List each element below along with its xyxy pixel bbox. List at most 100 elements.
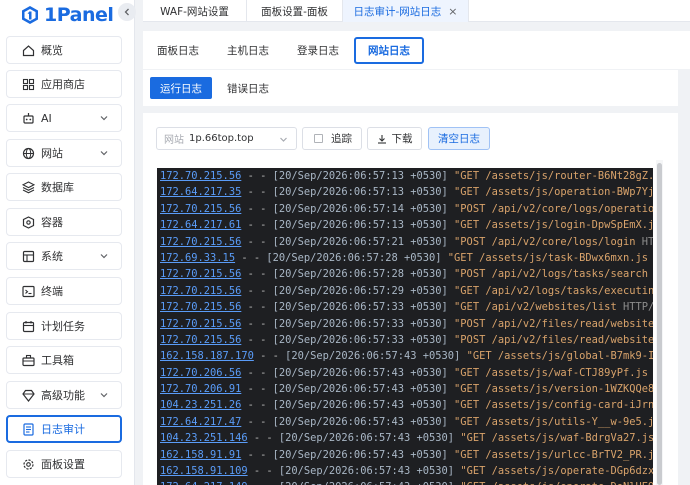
log-ip-link[interactable]: 172.70.215.56 <box>160 285 241 297</box>
sidebar-item-10[interactable]: 高级功能 <box>6 381 122 409</box>
sidebar: 1Panel 概览应用商店 AI 网站数据库容器系统终端计划任务工具箱高级功能日志审… <box>0 0 136 485</box>
log-ip-link[interactable]: 172.69.33.15 <box>160 252 235 264</box>
log-ip-link[interactable]: 162.158.187.170 <box>160 350 254 362</box>
log-timestamp: [20/Sep/2026:06:57:13 +0530] <box>272 186 448 199</box>
sidebar-item-6[interactable]: 系统 <box>6 242 122 270</box>
follow-label: 追踪 <box>331 133 352 145</box>
sidebar-item-label: 高级功能 <box>41 389 85 402</box>
clear-log-button[interactable]: 清空日志 <box>428 127 490 150</box>
subtab-panel-log[interactable]: 面板日志 <box>143 37 213 64</box>
subtab-login-log[interactable]: 登录日志 <box>283 37 353 64</box>
log-ip-link[interactable]: 162.158.91.91 <box>160 449 241 461</box>
log-ip-link[interactable]: 172.70.215.56 <box>160 318 241 330</box>
log-ip-link[interactable]: 172.70.215.56 <box>160 334 241 346</box>
log-ip-link[interactable]: 172.70.215.56 <box>160 203 241 215</box>
download-label: 下载 <box>391 133 413 145</box>
close-icon[interactable]: × <box>448 5 457 18</box>
terminal-icon <box>21 284 35 298</box>
log-ip-link[interactable]: 172.70.215.56 <box>160 301 241 313</box>
log-request: "GET /assets/js/config-card-iJrnUtpk.js <box>454 399 653 412</box>
toolbox-icon <box>21 353 35 367</box>
log-request: "GET /api/v2/logs/tasks/executing/count <box>454 284 653 297</box>
log-protocol: HTTP/2.0" <box>648 268 653 280</box>
tab-panel-settings[interactable]: 面板设置-面板 <box>247 0 343 22</box>
log-request: "POST /api/v2/files/read/website?operate <box>454 317 653 330</box>
sidebar-item-7[interactable]: 终端 <box>6 277 122 305</box>
sidebar-item-9[interactable]: 工具箱 <box>6 346 122 374</box>
chevron-left-icon <box>124 8 129 16</box>
log-separator: - - <box>241 317 273 330</box>
log-ip-link[interactable]: 172.70.215.56 <box>160 170 241 182</box>
log-timestamp: [20/Sep/2026:06:57:43 +0530] <box>272 383 448 396</box>
container-icon <box>21 215 35 229</box>
log-line: 172.70.215.56 - - [20/Sep/2026:06:57:33 … <box>157 332 653 348</box>
collapse-sidebar-button[interactable] <box>118 3 136 21</box>
sidebar-item-11[interactable]: 日志审计 <box>6 415 122 443</box>
follow-log-checkbox[interactable]: 追踪 <box>302 127 362 150</box>
sidebar-item-2[interactable]: AI <box>6 104 122 132</box>
log-ip-link[interactable]: 172.70.215.56 <box>160 268 241 280</box>
sidebar-item-0[interactable]: 概览 <box>6 36 122 64</box>
subtab-website-log[interactable]: 网站日志 <box>354 37 424 64</box>
sidebar-item-label: 面板设置 <box>41 458 85 471</box>
sidebar-item-12[interactable]: 面板设置 <box>6 450 122 478</box>
sidebar-item-label: AI <box>41 111 52 125</box>
log-separator: - - <box>241 170 273 182</box>
log-ip-link[interactable]: 172.64.217.61 <box>160 219 241 231</box>
log-viewer[interactable]: 172.70.215.56 - - [20/Sep/2026:06:57:13 … <box>157 168 653 485</box>
tab-log-audit-website-log[interactable]: 日志审计-网站日志 × <box>343 0 469 22</box>
log-timestamp: [20/Sep/2026:06:57:14 +0530] <box>272 202 448 215</box>
subtab-host-log[interactable]: 主机日志 <box>213 37 283 64</box>
sidebar-item-4[interactable]: 数据库 <box>6 173 122 201</box>
log-timestamp: [20/Sep/2026:06:57:29 +0530] <box>272 284 448 297</box>
log-ip-link[interactable]: 172.64.217.149 <box>160 481 248 485</box>
log-request: "GET /assets/js/global-B7mk9-IM.js <box>466 350 653 363</box>
log-line: 172.70.215.56 - - [20/Sep/2026:06:57:21 … <box>157 234 653 250</box>
log-separator: - - <box>241 333 273 346</box>
log-ip-link[interactable]: 104.23.251.26 <box>160 399 241 411</box>
sidebar-item-3[interactable]: 网站 <box>6 139 122 167</box>
website-select[interactable]: 网站 1p.66top.top <box>156 127 297 150</box>
run-log-button[interactable]: 运行日志 <box>150 77 212 99</box>
log-ip-link[interactable]: 172.70.206.91 <box>160 383 241 395</box>
log-line: 172.70.215.56 - - [20/Sep/2026:06:57:13 … <box>157 168 653 184</box>
log-timestamp: [20/Sep/2026:06:57:43 +0530] <box>272 399 448 412</box>
log-timestamp: [20/Sep/2026:06:57:13 +0530] <box>272 219 448 232</box>
sidebar-item-8[interactable]: 计划任务 <box>6 312 122 340</box>
log-ip-link[interactable]: 172.64.217.47 <box>160 416 241 428</box>
log-request: "POST /api/v2/core/logs/operation <box>454 202 653 215</box>
log-ip-link[interactable]: 104.23.251.146 <box>160 432 248 444</box>
log-protocol: HTTP/2.0" <box>641 235 653 248</box>
tab-label: 面板设置-面板 <box>261 5 328 18</box>
log-line: 104.23.251.146 - - [20/Sep/2026:06:57:43… <box>157 430 653 446</box>
log-line: 162.158.91.91 - - [20/Sep/2026:06:57:43 … <box>157 447 653 463</box>
chevron-down-icon <box>280 137 287 142</box>
log-timestamp: [20/Sep/2026:06:57:33 +0530] <box>272 317 448 330</box>
logo[interactable]: 1Panel <box>20 2 114 28</box>
log-category-tabs: 面板日志 主机日志 登录日志 网站日志 <box>143 31 690 69</box>
log-panel: 网站 1p.66top.top 追踪 下载 清空日志 172.70.215.56… <box>143 113 678 485</box>
log-request: "GET /assets/js/utils-Y__w-9e5.js <box>454 415 653 428</box>
sidebar-item-5[interactable]: 容器 <box>6 208 122 236</box>
log-separator: - - <box>241 186 273 199</box>
home-icon <box>21 43 35 57</box>
scrollbar-thumb[interactable] <box>657 163 662 485</box>
log-line: 172.70.206.56 - - [20/Sep/2026:06:57:43 … <box>157 365 653 381</box>
settings-icon <box>21 457 35 471</box>
log-request: "POST /api/v2/core/logs/login <box>454 235 636 248</box>
log-request: "GET /api/v2/websites/list <box>454 301 617 314</box>
log-ip-link[interactable]: 162.158.91.109 <box>160 465 248 477</box>
log-ip-link[interactable]: 172.64.217.35 <box>160 186 241 198</box>
tab-waf-site-settings[interactable]: WAF-网站设置 <box>143 0 247 22</box>
log-ip-link[interactable]: 172.70.215.56 <box>160 236 241 248</box>
error-log-button[interactable]: 错误日志 <box>227 77 269 99</box>
sidebar-item-1[interactable]: 应用商店 <box>6 70 122 98</box>
log-line: 162.158.187.170 - - [20/Sep/2026:06:57:4… <box>157 348 653 364</box>
sidebar-item-label: 终端 <box>41 285 63 298</box>
log-request: "POST /api/v2/logs/tasks/search <box>454 268 648 281</box>
website-select-label: 网站 <box>164 135 184 146</box>
log-timestamp: [20/Sep/2026:06:57:43 +0530] <box>272 366 448 379</box>
download-button[interactable]: 下载 <box>367 127 422 150</box>
sidebar-item-label: 容器 <box>41 216 63 229</box>
log-ip-link[interactable]: 172.70.206.56 <box>160 367 241 379</box>
